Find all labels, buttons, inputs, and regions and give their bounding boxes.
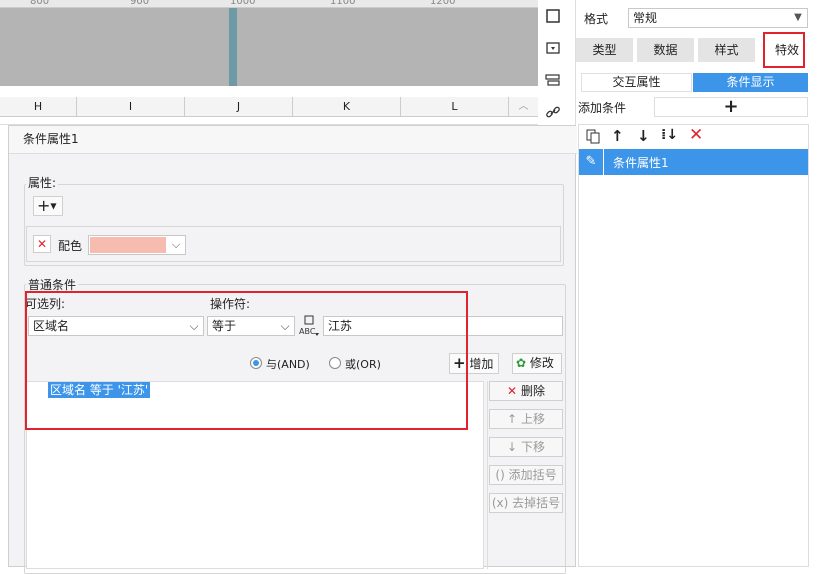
link-icon[interactable] bbox=[543, 104, 563, 124]
remove-bracket-label: 去掉括号 bbox=[512, 496, 561, 510]
add-condition-button[interactable]: + bbox=[654, 97, 808, 117]
condition-list-panel: ↑ ↓ ⁞↓ ✕ ✎ 条件属性1 bbox=[578, 124, 809, 567]
list-item-label: 条件属性1 bbox=[613, 156, 669, 170]
condition-dialog: 条件属性1 属性: +▼ ✕ 配色 ⌵ 普通条件 可选列: 操作符: 区域名 ⌵… bbox=[8, 125, 577, 574]
scroll-up-icon[interactable]: ︿ bbox=[509, 97, 538, 117]
color-swatch bbox=[90, 237, 166, 253]
move-down-button[interactable]: ↓ 下移 bbox=[489, 437, 563, 457]
add-button-label: 增加 bbox=[469, 357, 494, 371]
highlight-box bbox=[25, 291, 468, 430]
highlight-box bbox=[763, 32, 805, 68]
move-up-label: 上移 bbox=[520, 412, 545, 426]
tab-data[interactable]: 数据 bbox=[637, 38, 694, 62]
frame-icon[interactable] bbox=[543, 8, 563, 28]
move-down-icon[interactable]: ↓ bbox=[637, 127, 655, 145]
up-arrow-icon: ↑ bbox=[507, 412, 518, 426]
delete-icon[interactable]: ✕ bbox=[689, 125, 707, 145]
format-select[interactable]: 常规 ▼ bbox=[628, 8, 808, 28]
remove-color-icon[interactable]: ✕ bbox=[33, 235, 51, 253]
remove-bracket-icon: (x) bbox=[491, 496, 509, 510]
ruler-tick: 1000 bbox=[230, 0, 256, 7]
delete-button-label: 删除 bbox=[520, 384, 545, 398]
format-label: 格式 bbox=[584, 12, 609, 26]
position-marker[interactable] bbox=[229, 8, 237, 86]
chevron-down-icon: ⌵ bbox=[171, 238, 181, 251]
format-select-value: 常规 bbox=[633, 11, 658, 25]
color-row: ✕ 配色 ⌵ bbox=[26, 226, 561, 262]
subtab-condition-display[interactable]: 条件显示 bbox=[693, 73, 808, 92]
edit-icon[interactable]: ✎ bbox=[579, 149, 604, 175]
tab-type[interactable]: 类型 bbox=[576, 38, 633, 62]
list-item[interactable]: ✎ 条件属性1 bbox=[579, 149, 808, 175]
ruler-tick: 1100 bbox=[330, 0, 356, 7]
chevron-down-icon: ▼ bbox=[794, 12, 802, 23]
modify-button-label: 修改 bbox=[529, 356, 554, 370]
move-bottom-icon[interactable]: ⁞↓ bbox=[661, 127, 681, 145]
divider bbox=[487, 381, 488, 569]
dialog-title: 条件属性1 bbox=[9, 126, 577, 154]
move-up-button[interactable]: ↑ 上移 bbox=[489, 409, 563, 429]
property-panel: 格式 常规 ▼ 类型 数据 样式 特效 交互属性 条件显示 添加条件 + ↑ ↓… bbox=[575, 0, 818, 567]
property-legend: 属性: bbox=[26, 174, 59, 191]
remove-bracket-button[interactable]: (x) 去掉括号 bbox=[489, 493, 563, 513]
ruler: 800 900 1000 1100 1200 bbox=[0, 0, 538, 8]
modify-button[interactable]: ✿ 修改 bbox=[512, 353, 562, 374]
column-l[interactable]: L bbox=[401, 97, 509, 117]
column-h[interactable]: H bbox=[0, 97, 77, 117]
add-bracket-button[interactable]: () 添加括号 bbox=[489, 465, 563, 485]
column-k[interactable]: K bbox=[293, 97, 401, 117]
bracket-icon: () bbox=[495, 468, 505, 482]
subtab-interaction[interactable]: 交互属性 bbox=[581, 73, 692, 92]
canvas-area bbox=[0, 8, 538, 86]
column-j[interactable]: J bbox=[185, 97, 293, 117]
tab-style[interactable]: 样式 bbox=[698, 38, 755, 62]
dropdown-widget-icon[interactable] bbox=[543, 40, 563, 60]
modify-icon: ✿ bbox=[516, 356, 527, 370]
column-header: H I J K L ︿ bbox=[0, 97, 538, 117]
add-bracket-label: 添加括号 bbox=[508, 468, 557, 482]
ruler-tick: 800 bbox=[30, 0, 50, 7]
column-i[interactable]: I bbox=[77, 97, 185, 117]
color-label: 配色 bbox=[58, 239, 83, 253]
move-down-label: 下移 bbox=[520, 440, 545, 454]
ruler-tick: 900 bbox=[130, 0, 150, 7]
move-up-icon[interactable]: ↑ bbox=[611, 127, 629, 145]
add-property-button[interactable]: +▼ bbox=[33, 196, 63, 216]
copy-icon[interactable] bbox=[585, 128, 603, 146]
add-condition-label: 添加条件 bbox=[578, 101, 627, 115]
down-arrow-icon: ↓ bbox=[507, 440, 518, 454]
delete-button[interactable]: ✕ 删除 bbox=[489, 381, 563, 401]
color-select[interactable]: ⌵ bbox=[88, 235, 186, 255]
grid-row bbox=[0, 117, 538, 125]
ruler-tick: 1200 bbox=[430, 0, 456, 7]
list-widget-icon[interactable] bbox=[543, 72, 563, 92]
delete-x-icon: ✕ bbox=[507, 384, 518, 398]
